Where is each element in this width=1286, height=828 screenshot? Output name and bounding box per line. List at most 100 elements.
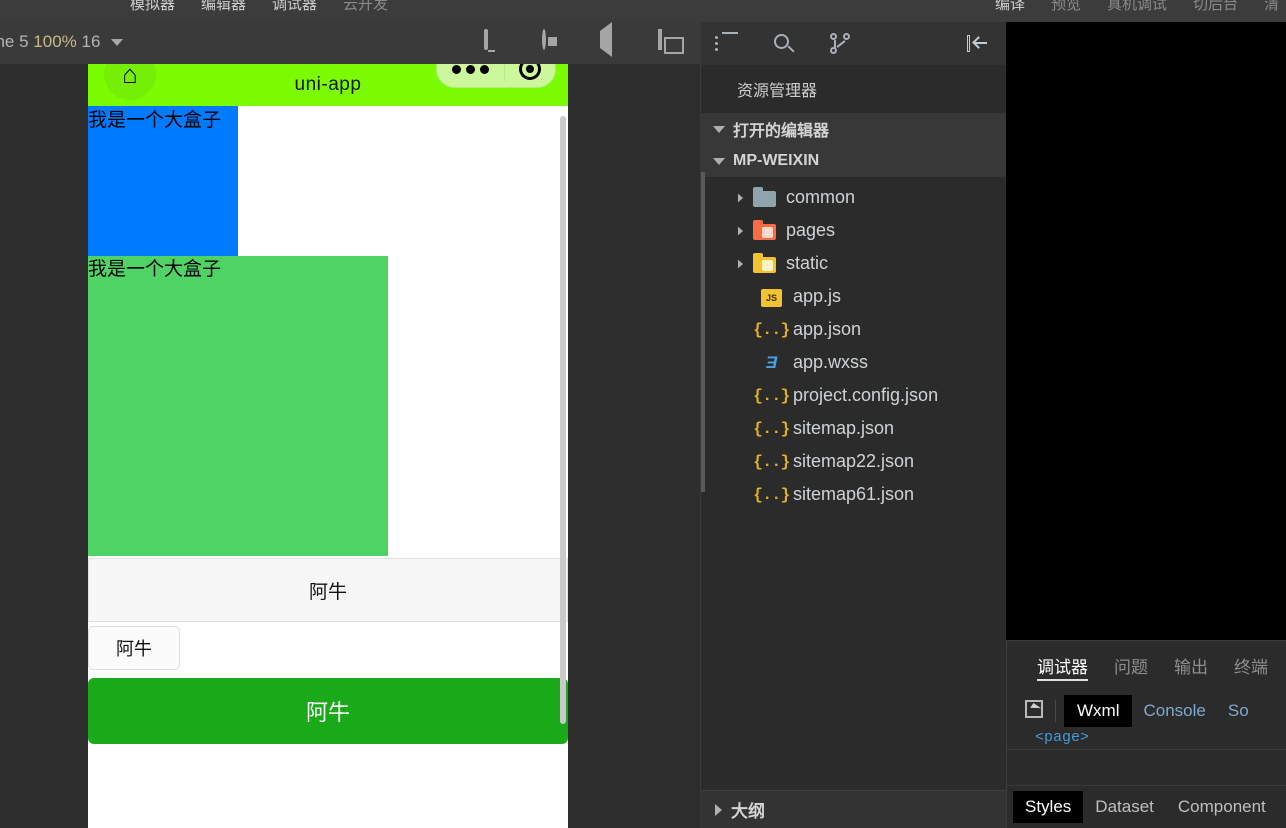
tree-item-sitemap61-json[interactable]: {..} sitemap61.json [701, 478, 1006, 511]
wechat-capsule[interactable] [436, 64, 556, 88]
menu-item-real-device-debug[interactable]: 真机调试 [1107, 0, 1167, 16]
chevron-right-icon [737, 259, 744, 268]
json-file-icon: {..} [753, 386, 790, 405]
chevron-down-icon [111, 39, 124, 47]
css-file-icon: Ǝ [765, 353, 778, 372]
tree-item-label: pages [786, 220, 836, 240]
simulator-panel: one 5 100% 16 ⌂ uni-app [0, 22, 700, 828]
device-zoom: 100% [33, 32, 77, 51]
subtab-styles[interactable]: Styles [1013, 790, 1084, 823]
menu-item-cloud[interactable]: 云开发 [343, 0, 388, 16]
chevron-right-icon [715, 803, 722, 816]
menu-dots-icon[interactable] [437, 64, 504, 74]
explorer-panel: 资源管理器 打开的编辑器 MP-WEIXIN common pages stat… [700, 22, 1007, 828]
navbar-title: uni-app [294, 74, 362, 95]
folder-pages-icon [752, 219, 777, 242]
devtools-tabbar: 调试器 问题 输出 终端 [1007, 641, 1286, 689]
devtools-panel: 调试器 问题 输出 终端 Wxml Console So <page> Styl… [1006, 640, 1286, 828]
collapse-panel-icon[interactable] [966, 32, 990, 56]
phone-viewport: ⌂ uni-app 我是一个大盒子 我是一个大盒子 阿牛 阿牛 阿牛 [88, 64, 568, 828]
wide-input[interactable]: 阿牛 [88, 558, 568, 622]
menu-item-compile[interactable]: 编译 [995, 0, 1025, 16]
subtab-dataset[interactable]: Dataset [1083, 791, 1166, 823]
chevron-down-icon [713, 125, 725, 133]
tree-item-app-json[interactable]: {..} app.json [701, 313, 1006, 346]
menu-item-editor[interactable]: 编辑器 [201, 0, 246, 16]
json-file-icon: {..} [753, 485, 790, 504]
tab-debugger[interactable]: 调试器 [1037, 641, 1088, 689]
simulator-toolbar-icons [484, 22, 690, 64]
window-icon[interactable] [658, 29, 680, 55]
tree-item-project-config-json[interactable]: {..} project.config.json [701, 379, 1006, 412]
source-control-icon[interactable] [829, 32, 853, 56]
menu-item-background[interactable]: 切后台 [1193, 0, 1238, 16]
app-window: 模拟器 编辑器 调试器 云开发 编译 预览 真机调试 切后台 清 one 5 1… [0, 0, 1286, 828]
menubar-right-group: 编译 预览 真机调试 切后台 清 [995, 0, 1279, 16]
tab-problems[interactable]: 问题 [1114, 641, 1148, 689]
chevron-down-icon [713, 157, 725, 165]
json-file-icon: {..} [753, 320, 790, 339]
phone-scrollbar[interactable] [560, 116, 566, 724]
device-name: one 5 [0, 32, 29, 51]
blue-box: 我是一个大盒子 [88, 106, 238, 256]
section-outline[interactable]: 大纲 [701, 790, 1007, 828]
tab-output[interactable]: 输出 [1174, 641, 1208, 689]
menubar: 模拟器 编辑器 调试器 云开发 编译 预览 真机调试 切后台 清 [0, 0, 1286, 22]
tree-item-common[interactable]: common [701, 181, 1006, 214]
subtab-divider [1055, 700, 1056, 722]
device-font-size: 16 [81, 32, 101, 51]
section-mp-weixin-label: MP-WEIXIN [733, 152, 820, 169]
tree-item-app-js[interactable]: JS app.js [701, 280, 1006, 313]
tree-item-label: project.config.json [793, 385, 939, 405]
tab-terminal[interactable]: 终端 [1234, 641, 1268, 689]
section-open-editors[interactable]: 打开的编辑器 [701, 113, 1006, 145]
tree-item-label: static [786, 253, 829, 273]
select-element-icon[interactable] [1025, 700, 1047, 722]
json-file-icon: {..} [753, 419, 790, 438]
section-open-editors-label: 打开的编辑器 [733, 123, 830, 140]
file-tree: common pages static JS app.js {..} app.j… [701, 177, 1006, 511]
primary-button[interactable]: 阿牛 [88, 678, 568, 744]
tree-item-static[interactable]: static [701, 247, 1006, 280]
tree-item-label: sitemap61.json [793, 484, 915, 504]
home-button[interactable]: ⌂ [104, 64, 156, 100]
json-file-icon: {..} [753, 452, 790, 471]
subtab-sources[interactable]: So [1217, 697, 1260, 725]
menu-item-debugger[interactable]: 调试器 [272, 0, 317, 16]
tree-item-label: sitemap.json [793, 418, 895, 438]
tree-item-label: app.js [793, 286, 842, 306]
menu-item-simulator[interactable]: 模拟器 [130, 0, 175, 16]
chevron-right-icon [737, 226, 744, 235]
small-input[interactable]: 阿牛 [88, 626, 180, 670]
menu-item-clear[interactable]: 清 [1264, 0, 1279, 16]
subtab-component[interactable]: Component [1166, 791, 1278, 823]
subtab-wxml[interactable]: Wxml [1064, 695, 1133, 727]
right-empty-area [1006, 22, 1286, 640]
app-navbar: ⌂ uni-app [88, 64, 568, 106]
section-outline-label: 大纲 [731, 802, 765, 821]
home-icon: ⌂ [122, 64, 138, 89]
record-icon[interactable] [542, 29, 564, 55]
menu-item-preview[interactable]: 预览 [1051, 0, 1081, 16]
folder-icon [752, 186, 777, 209]
tree-item-sitemap-json[interactable]: {..} sitemap.json [701, 412, 1006, 445]
phone-icon[interactable] [484, 29, 506, 55]
tree-item-sitemap22-json[interactable]: {..} sitemap22.json [701, 445, 1006, 478]
tree-item-pages[interactable]: pages [701, 214, 1006, 247]
device-selector[interactable]: one 5 100% 16 [0, 32, 124, 52]
search-icon[interactable] [772, 32, 796, 56]
chevron-right-icon [737, 193, 744, 202]
subtab-console[interactable]: Console [1132, 697, 1216, 725]
menubar-left-group: 模拟器 编辑器 调试器 云开发 [130, 0, 388, 16]
files-icon[interactable] [715, 31, 739, 56]
wxml-tree-body [1007, 749, 1286, 785]
volume-icon[interactable] [600, 22, 622, 57]
target-icon[interactable] [505, 64, 555, 80]
section-mp-weixin[interactable]: MP-WEIXIN [701, 145, 1006, 177]
js-file-icon: JS [759, 286, 784, 308]
simulator-toolbar: one 5 100% 16 [0, 22, 700, 64]
tree-item-label: common [786, 187, 856, 207]
tree-item-app-wxss[interactable]: Ǝ app.wxss [701, 346, 1006, 379]
explorer-title: 资源管理器 [701, 65, 1006, 113]
explorer-scrollbar[interactable] [701, 172, 705, 492]
